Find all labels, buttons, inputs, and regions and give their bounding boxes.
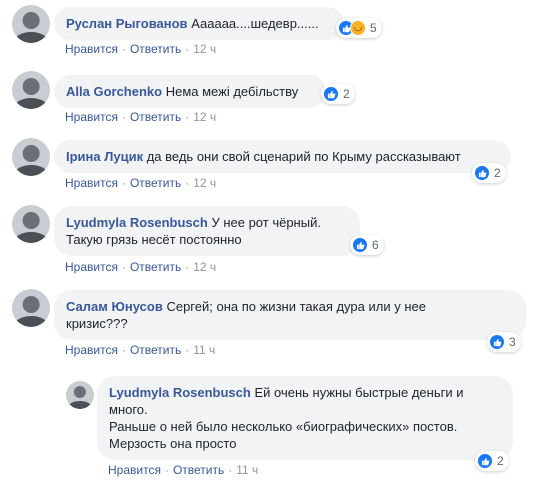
avatar-shoulders-shape [14, 164, 48, 176]
reply-link[interactable]: Ответить [130, 110, 181, 124]
comment-author[interactable]: Руслан Рыгованов [66, 16, 188, 31]
reaction-count: 6 [372, 238, 379, 252]
comment-author[interactable]: Ірина Луцик [66, 149, 143, 164]
reply-link[interactable]: Ответить [130, 42, 181, 56]
like-reaction-icon [323, 86, 339, 102]
separator-dot: · [185, 42, 190, 56]
comment-time[interactable]: 12 ч [193, 176, 216, 190]
like-link[interactable]: Нравится [65, 42, 118, 56]
comment-text-line: Ей очень нужны быстрые деньги и [254, 385, 464, 400]
like-link[interactable]: Нравится [65, 260, 118, 274]
comment-text-line: Сергей; она по жизни такая дура или у не… [166, 299, 426, 314]
like-reaction-icon [352, 237, 368, 253]
comment-text: Нема межі дебільству [165, 84, 299, 99]
reaction-summary[interactable]: 2 [472, 163, 506, 183]
reaction-count: 5 [370, 21, 377, 35]
separator-dot: · [121, 260, 126, 274]
comment-text-line: Мерзость она просто [109, 436, 237, 451]
like-link[interactable]: Нравится [65, 110, 118, 124]
comment-bubble: Alla Gorchenko Нема межі дебільству [54, 75, 326, 108]
comment-time[interactable]: 12 ч [193, 260, 216, 274]
separator-dot: · [121, 343, 126, 357]
separator-dot: · [164, 463, 169, 477]
comment-text-line: Раньше о ней было несколько «биографичес… [109, 419, 458, 434]
avatar[interactable] [12, 5, 50, 43]
comment-time[interactable]: 11 ч [236, 463, 258, 477]
reply-link[interactable]: Ответить [130, 176, 181, 190]
avatar-head-shape [22, 211, 40, 229]
comment-actions: Нравится · Ответить · 11 ч [108, 463, 258, 477]
haha-reaction-icon: ◡ [350, 20, 366, 36]
avatar[interactable] [12, 289, 50, 327]
comment-actions: Нравится · Ответить · 12 ч [65, 260, 216, 274]
like-reaction-icon [489, 334, 505, 350]
separator-dot: · [121, 176, 126, 190]
comment-actions: Нравится · Ответить · 12 ч [65, 110, 216, 124]
separator-dot: · [185, 110, 190, 124]
comment-text-line: У нее рот чёрный. [211, 215, 321, 230]
avatar-shoulders-shape [14, 97, 48, 109]
comment-author[interactable]: Салам Юнусов [66, 299, 163, 314]
comment-author[interactable]: Lyudmyla Rosenbusch [66, 215, 208, 230]
avatar-shoulders-shape [14, 31, 48, 43]
like-link[interactable]: Нравится [65, 343, 118, 357]
comment-bubble: Руслан Рыгованов Аааааа....шедевр...... [54, 7, 344, 40]
comment-text-line: кризис??? [66, 316, 128, 331]
separator-dot: · [185, 343, 190, 357]
avatar-head-shape [22, 77, 40, 95]
comment-actions: Нравится · Ответить · 12 ч [65, 42, 216, 56]
separator-dot: · [185, 260, 190, 274]
comment-author[interactable]: Lyudmyla Rosenbusch [109, 385, 251, 400]
comment-bubble: Ірина Луцик да ведь они свой сценарий по… [54, 140, 511, 173]
like-reaction-icon [477, 453, 493, 469]
comment-text: да ведь они свой сценарий по Крыму расск… [146, 149, 461, 164]
avatar[interactable] [12, 71, 50, 109]
separator-dot: · [185, 176, 190, 190]
reaction-summary[interactable]: 3 [487, 332, 521, 352]
avatar[interactable] [12, 138, 50, 176]
avatar-shoulders-shape [67, 400, 93, 409]
reply-link[interactable]: Ответить [173, 463, 224, 477]
comment-time[interactable]: 12 ч [193, 42, 216, 56]
separator-dot: · [121, 110, 126, 124]
avatar-shoulders-shape [14, 231, 48, 243]
comment-bubble: Lyudmyla Rosenbusch Ей очень нужны быстр… [97, 376, 513, 460]
avatar[interactable] [66, 381, 94, 409]
reaction-summary[interactable]: 2 [475, 451, 509, 471]
reaction-summary[interactable]: 2 [321, 84, 355, 104]
reaction-count: 3 [509, 335, 516, 349]
comment-author[interactable]: Alla Gorchenko [66, 84, 162, 99]
avatar-shoulders-shape [14, 315, 48, 327]
reaction-count: 2 [494, 166, 501, 180]
comment-text: Аааааа....шедевр...... [191, 16, 319, 31]
like-link[interactable]: Нравится [108, 463, 161, 477]
avatar-head-shape [22, 144, 40, 162]
comment-text-line: Такую грязь несёт постоянно [66, 232, 242, 247]
comment-bubble: Салам Юнусов Сергей; она по жизни такая … [54, 290, 526, 340]
comment-actions: Нравится · Ответить · 12 ч [65, 176, 216, 190]
comment-actions: Нравится · Ответить · 11 ч [65, 343, 215, 357]
avatar-head-shape [22, 295, 40, 313]
comment-bubble: Lyudmyla Rosenbusch У нее рот чёрный. Та… [54, 206, 360, 256]
comment-time[interactable]: 11 ч [193, 343, 215, 357]
reaction-summary[interactable]: 6 [350, 235, 384, 255]
reply-link[interactable]: Ответить [130, 260, 181, 274]
avatar-head-shape [22, 11, 40, 29]
separator-dot: · [228, 463, 233, 477]
separator-dot: · [121, 42, 126, 56]
avatar-head-shape [73, 386, 87, 399]
reply-link[interactable]: Ответить [130, 343, 181, 357]
reaction-summary[interactable]: ◡ 5 [336, 18, 382, 38]
comment-text-line: много. [109, 402, 148, 417]
like-link[interactable]: Нравится [65, 176, 118, 190]
comment-time[interactable]: 12 ч [193, 110, 216, 124]
reaction-count: 2 [497, 454, 504, 468]
reaction-count: 2 [343, 87, 350, 101]
avatar[interactable] [12, 205, 50, 243]
like-reaction-icon [474, 165, 490, 181]
